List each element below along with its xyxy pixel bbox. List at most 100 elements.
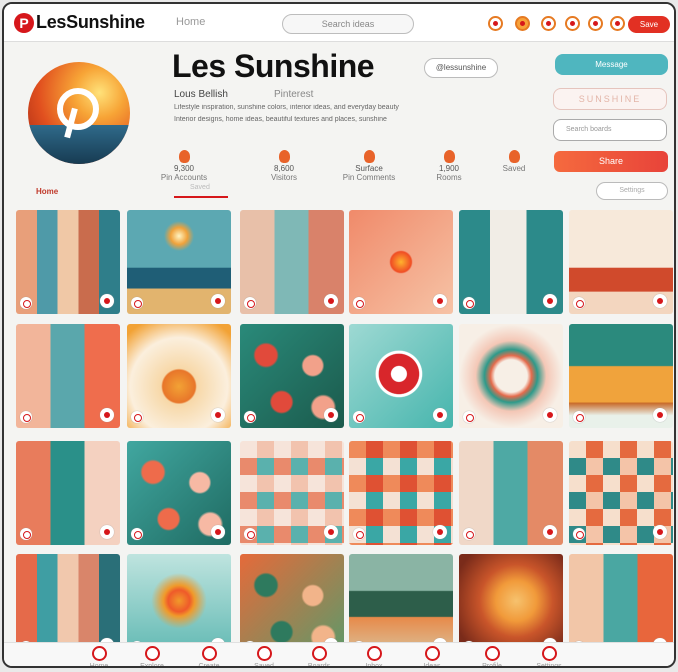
save-pin-icon[interactable] bbox=[653, 408, 667, 422]
dock-item-settings[interactable]: Settings bbox=[529, 646, 569, 666]
pin-card[interactable] bbox=[127, 210, 231, 314]
save-pin-icon[interactable] bbox=[324, 408, 338, 422]
save-pin-icon[interactable] bbox=[433, 408, 447, 422]
create-icon bbox=[201, 646, 217, 661]
stat-label: Pin Comments bbox=[342, 173, 396, 182]
tab-indicator bbox=[174, 196, 228, 198]
pin-source-icon bbox=[131, 297, 143, 309]
ideas-icon bbox=[424, 646, 440, 661]
save-pin-icon[interactable] bbox=[324, 525, 338, 539]
dock-item-ideas[interactable]: Ideas bbox=[412, 646, 452, 668]
save-pin-icon[interactable] bbox=[543, 294, 557, 308]
save-pin-icon[interactable] bbox=[543, 525, 557, 539]
save-button[interactable]: Save bbox=[628, 16, 670, 33]
save-pin-icon[interactable] bbox=[211, 408, 225, 422]
pin-source-icon bbox=[20, 411, 32, 423]
tab-saved[interactable]: Saved bbox=[190, 184, 210, 191]
dock-item-create[interactable]: Create bbox=[189, 646, 229, 666]
pin-card[interactable] bbox=[127, 441, 231, 545]
message-icon[interactable] bbox=[541, 16, 556, 31]
tab-home[interactable]: Home bbox=[36, 187, 58, 196]
save-pin-icon[interactable] bbox=[211, 294, 225, 308]
save-pin-icon[interactable] bbox=[100, 408, 114, 422]
pin-source-icon bbox=[573, 411, 585, 423]
dock-item-profile[interactable]: Profile bbox=[472, 646, 512, 666]
message-button[interactable]: Message bbox=[555, 54, 668, 75]
board-search-input[interactable]: Search boards bbox=[553, 119, 667, 141]
search-input[interactable]: Search ideas bbox=[282, 14, 414, 34]
pin-source-icon bbox=[20, 528, 32, 540]
stat-label: Visitors bbox=[270, 173, 298, 182]
save-pin-icon[interactable] bbox=[543, 408, 557, 422]
pin-source-icon bbox=[463, 297, 475, 309]
stat-item[interactable]: 9,300 Pin Accounts bbox=[154, 150, 214, 182]
profile-avatar[interactable] bbox=[28, 62, 130, 164]
app-logo[interactable]: P LesSunshine bbox=[14, 12, 145, 33]
pinterest-logo-icon bbox=[57, 88, 99, 130]
save-pin-icon[interactable] bbox=[433, 294, 447, 308]
boards-icon bbox=[311, 646, 327, 661]
pin-card[interactable] bbox=[240, 441, 344, 545]
pin-card[interactable] bbox=[569, 324, 673, 428]
pinterest-icon[interactable] bbox=[588, 16, 603, 31]
settings-icon bbox=[541, 646, 557, 661]
save-pin-icon[interactable] bbox=[653, 525, 667, 539]
home-icon bbox=[91, 646, 107, 661]
pin-source-icon bbox=[463, 528, 475, 540]
pin-source-icon bbox=[573, 297, 585, 309]
stat-item[interactable]: Surface Pin Comments bbox=[339, 150, 399, 182]
dock-label: Home bbox=[89, 663, 109, 668]
pin-card[interactable] bbox=[349, 441, 453, 545]
pin-card[interactable] bbox=[16, 324, 120, 428]
pin-card[interactable] bbox=[16, 210, 120, 314]
dock-label: Ideas bbox=[423, 663, 441, 668]
pin-source-icon bbox=[353, 411, 365, 423]
dock-item-home[interactable]: Home bbox=[79, 646, 119, 668]
save-pin-icon[interactable] bbox=[211, 525, 225, 539]
save-pin-icon[interactable] bbox=[324, 294, 338, 308]
pin-card[interactable] bbox=[569, 441, 673, 545]
profile-icon[interactable] bbox=[565, 16, 580, 31]
profile-link[interactable]: Pinterest bbox=[274, 89, 313, 100]
pin-card[interactable] bbox=[127, 324, 231, 428]
nav-home-link[interactable]: Home bbox=[176, 16, 205, 28]
pin-card[interactable] bbox=[240, 324, 344, 428]
pin-card[interactable] bbox=[16, 441, 120, 545]
bottom-dock: Home Explore Create Saved Boards Inbox Ideas Pr… bbox=[4, 642, 674, 668]
dock-label: Boards bbox=[307, 663, 331, 668]
stat-label: Saved bbox=[502, 164, 526, 173]
pin-card[interactable] bbox=[349, 324, 453, 428]
pin-card[interactable] bbox=[349, 210, 453, 314]
dock-item-saved[interactable]: Saved bbox=[244, 646, 284, 666]
dock-item-boards[interactable]: Boards bbox=[299, 646, 339, 668]
save-pin-icon[interactable] bbox=[653, 294, 667, 308]
pin-card[interactable] bbox=[569, 210, 673, 314]
sun-icon[interactable] bbox=[515, 16, 530, 31]
stat-item[interactable]: 8,600 Visitors bbox=[254, 150, 314, 182]
pin-card[interactable] bbox=[459, 441, 563, 545]
follow-button[interactable]: @lessunshine bbox=[424, 58, 498, 78]
pin-source-icon bbox=[353, 297, 365, 309]
inbox-icon bbox=[366, 646, 382, 661]
sunshine-button[interactable]: SUNSHINE bbox=[553, 88, 667, 110]
pin-card[interactable] bbox=[459, 324, 563, 428]
save-pin-icon[interactable] bbox=[100, 294, 114, 308]
stat-item[interactable]: 1,900 Rooms bbox=[419, 150, 479, 182]
stat-value: 1,900 bbox=[438, 164, 460, 173]
app-window: P LesSunshine Home Search ideas Save Les… bbox=[2, 2, 676, 668]
saved-icon bbox=[256, 646, 272, 661]
notification-icon[interactable] bbox=[488, 16, 503, 31]
settings-button[interactable]: Settings bbox=[596, 182, 668, 200]
share-button[interactable]: Share bbox=[554, 151, 668, 172]
dock-label: Explore bbox=[140, 663, 164, 668]
pin-card[interactable] bbox=[240, 210, 344, 314]
settings-icon[interactable] bbox=[610, 16, 625, 31]
pin-card[interactable] bbox=[459, 210, 563, 314]
save-pin-icon[interactable] bbox=[100, 525, 114, 539]
stat-icon bbox=[508, 150, 520, 163]
stat-item[interactable]: Saved bbox=[484, 150, 544, 173]
dock-item-inbox[interactable]: Inbox bbox=[354, 646, 394, 666]
dock-item-explore[interactable]: Explore bbox=[132, 646, 172, 668]
save-pin-icon[interactable] bbox=[433, 525, 447, 539]
top-bar: P LesSunshine Home Search ideas Save bbox=[4, 4, 674, 42]
